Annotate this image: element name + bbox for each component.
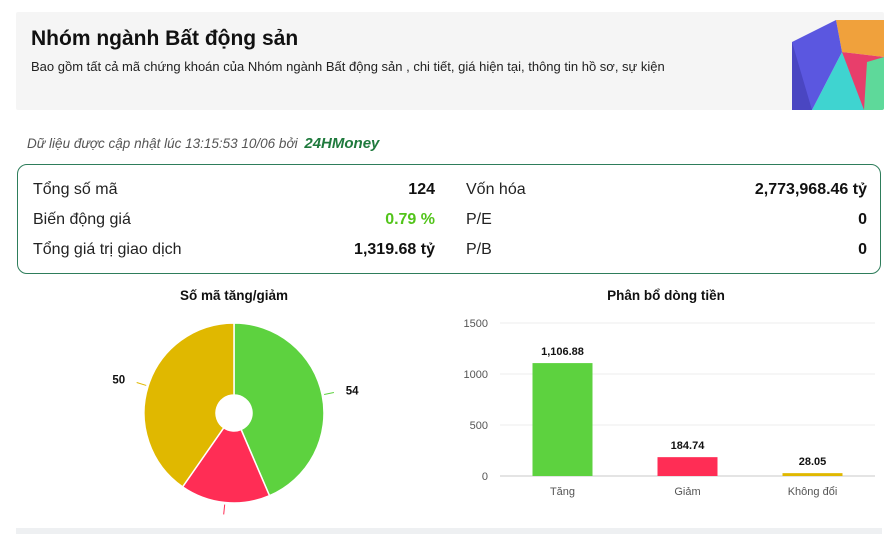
- stat-value: 0.79 %: [385, 211, 435, 228]
- stat-value: 124: [408, 181, 435, 198]
- pie-label-line: [136, 381, 147, 386]
- update-info: Dữ liệu được cập nhật lúc 13:15:53 10/06…: [27, 135, 379, 152]
- pie-data-label: 54: [346, 385, 359, 397]
- stat-label: Tổng số mã: [33, 181, 118, 198]
- stat-value: 0: [858, 211, 867, 228]
- bar-value-label: 1,106.88: [541, 346, 584, 358]
- bar-Giảm[interactable]: [657, 457, 718, 476]
- stat-value: 0: [858, 241, 867, 258]
- stat-market-cap: Vốn hóa 2,773,968.46 tỷ: [466, 181, 867, 201]
- sector-stats-card: Tổng số mã 124 Biến động giá 0.79 % Tổng…: [17, 164, 881, 274]
- stat-trade-value: Tổng giá trị giao dịch 1,319.68 tỷ: [33, 241, 435, 261]
- page-description: Bao gồm tất cả mã chứng khoán của Nhóm n…: [31, 59, 665, 74]
- x-tick-label: Tăng: [550, 486, 575, 498]
- x-tick-label: Không đổi: [788, 486, 838, 498]
- stat-pe: P/E 0: [466, 211, 867, 231]
- y-tick-label: 0: [482, 471, 488, 483]
- stat-label: Biến động giá: [33, 211, 131, 228]
- stat-pb: P/B 0: [466, 241, 867, 261]
- bar-value-label: 184.74: [671, 440, 706, 452]
- x-tick-label: Giảm: [674, 486, 700, 498]
- stat-price-change: Biến động giá 0.79 %: [33, 211, 435, 231]
- y-tick-label: 1500: [464, 318, 488, 330]
- pie-label-line: [223, 504, 226, 515]
- bar-Không đổi[interactable]: [782, 473, 843, 476]
- y-tick-label: 1000: [464, 369, 488, 381]
- divider: [16, 528, 882, 534]
- bar-chart-title: Phân bổ dòng tiền: [607, 288, 725, 303]
- stat-label: Vốn hóa: [466, 181, 526, 198]
- page-header: Nhóm ngành Bất động sản Bao gồm tất cả m…: [16, 12, 884, 110]
- bar-Tăng[interactable]: [532, 363, 593, 476]
- money-flow-bar-chart: 0 500 1000 1500 1,106.88 Tăng 184.74 Giảm 28.05 K…: [464, 318, 875, 498]
- y-tick-label: 500: [470, 420, 488, 432]
- stat-value: 1,319.68 tỷ: [354, 241, 435, 258]
- stat-value: 2,773,968.46 tỷ: [754, 181, 867, 198]
- pie-label-line: [324, 391, 335, 395]
- page-title: Nhóm ngành Bất động sản: [31, 27, 299, 50]
- brand-link[interactable]: 24HMoney: [304, 135, 379, 152]
- stat-label: P/B: [466, 241, 492, 258]
- pie-data-label: 50: [112, 374, 125, 386]
- stat-label: P/E: [466, 211, 492, 228]
- pie-data-label: 20: [214, 519, 227, 520]
- stat-label: Tổng giá trị giao dịch: [33, 241, 182, 258]
- advance-decline-pie-chart: 54 20 50: [112, 322, 359, 520]
- pie-chart-icon: [792, 20, 884, 110]
- stat-total-codes: Tổng số mã 124: [33, 181, 435, 201]
- update-timestamp: Dữ liệu được cập nhật lúc 13:15:53 10/06…: [27, 136, 298, 151]
- bar-value-label: 28.05: [799, 456, 827, 468]
- pie-chart-title: Số mã tăng/giảm: [179, 288, 289, 303]
